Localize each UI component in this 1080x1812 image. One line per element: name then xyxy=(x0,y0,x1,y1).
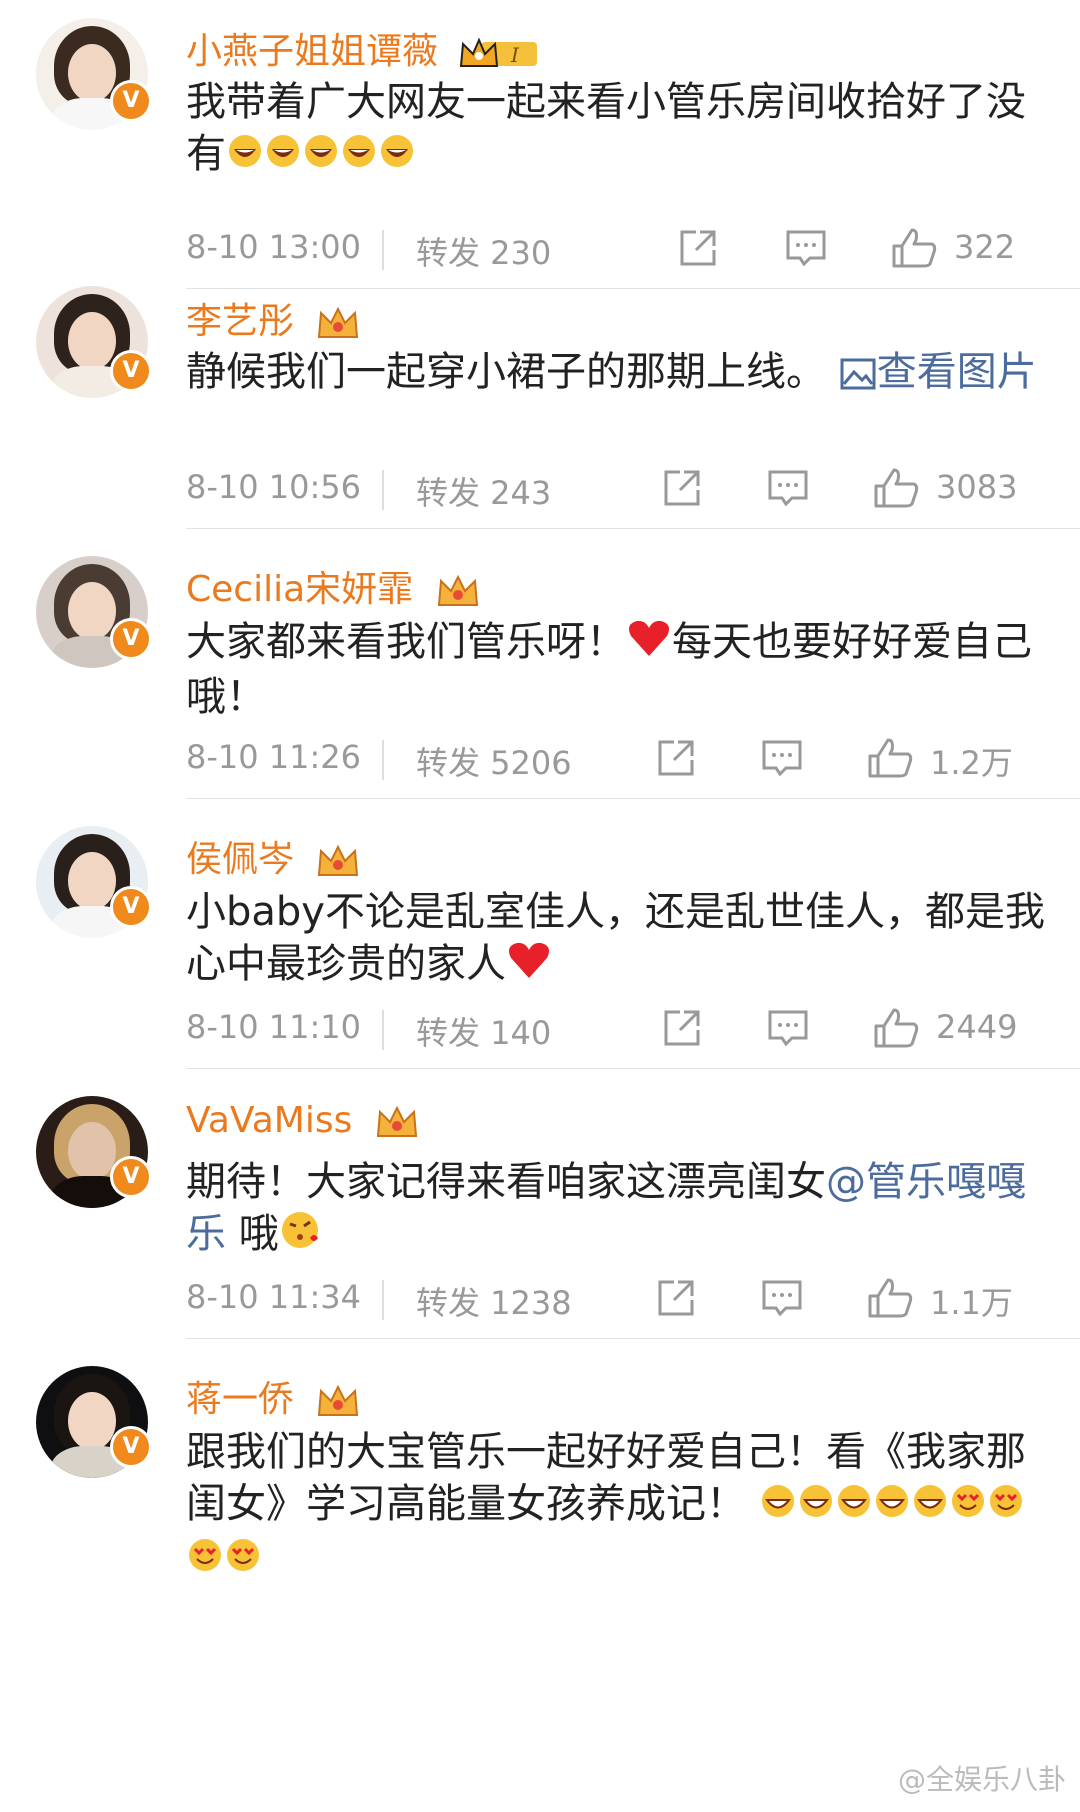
divider xyxy=(186,798,1080,799)
comment-meta: 8-10 13:00 转发 230 322 xyxy=(186,222,1046,272)
share-icon[interactable] xyxy=(676,226,720,270)
big-grin-emoji-icon xyxy=(874,1480,910,1532)
share-icon[interactable] xyxy=(654,736,698,780)
like-icon[interactable] xyxy=(866,736,914,780)
like-icon[interactable] xyxy=(866,1276,914,1320)
verified-badge-icon: V xyxy=(110,1426,152,1468)
username[interactable]: 侯佩岑 xyxy=(186,830,361,882)
like-icon[interactable] xyxy=(890,226,938,270)
comment-icon[interactable] xyxy=(766,1006,810,1050)
grin-emoji-icon xyxy=(303,130,339,182)
grin-emoji-icon xyxy=(341,130,377,182)
comment-text: 期待！大家记得来看咱家这漂亮闺女@管乐嘎嘎乐 哦 xyxy=(186,1156,1046,1263)
verified-badge-icon: V xyxy=(110,886,152,928)
crown-icon xyxy=(437,574,478,606)
big-grin-emoji-icon xyxy=(836,1480,872,1532)
username[interactable]: 小燕子姐姐谭薇 I xyxy=(186,22,539,74)
comment-meta: 8-10 10:56 转发 243 3083 xyxy=(186,462,1046,512)
forward-count[interactable]: 转发 140 xyxy=(416,1008,551,1054)
vip-level-icon: I xyxy=(460,37,538,67)
verified-badge-icon: V xyxy=(110,80,152,122)
timestamp: 8-10 13:00 xyxy=(186,228,362,266)
timestamp: 8-10 10:56 xyxy=(186,468,362,506)
comment-meta: 8-10 11:10 转发 140 2449 xyxy=(186,1002,1046,1052)
heart-icon xyxy=(507,940,551,993)
like-icon[interactable] xyxy=(872,1006,920,1050)
timestamp: 8-10 11:34 xyxy=(186,1278,362,1316)
crown-icon xyxy=(376,1105,417,1137)
crown-icon xyxy=(318,844,359,876)
divider xyxy=(382,1280,384,1320)
username[interactable]: 蒋一侨 xyxy=(186,1370,361,1422)
username[interactable]: VaVaMiss xyxy=(186,1100,420,1141)
divider xyxy=(382,470,384,510)
like-count: 2449 xyxy=(936,1008,1018,1046)
like-icon[interactable] xyxy=(872,466,920,510)
heart-icon xyxy=(627,618,671,671)
svg-text:I: I xyxy=(510,43,520,67)
watermark: @全娱乐八卦 xyxy=(897,1763,1066,1796)
comment-icon[interactable] xyxy=(760,1276,804,1320)
verified-badge-icon: V xyxy=(110,350,152,392)
like-count: 322 xyxy=(954,228,1016,266)
share-icon[interactable] xyxy=(660,1006,704,1050)
divider xyxy=(186,528,1080,529)
comment-icon[interactable] xyxy=(760,736,804,780)
divider xyxy=(382,740,384,780)
timestamp: 8-10 11:26 xyxy=(186,738,362,776)
like-count: 1.1万 xyxy=(930,1284,1013,1322)
grin-emoji-icon xyxy=(265,130,301,182)
like-count: 1.2万 xyxy=(930,744,1013,782)
divider xyxy=(382,1010,384,1050)
view-image-link[interactable]: 查看图片 xyxy=(839,349,1037,395)
forward-count[interactable]: 转发 5206 xyxy=(416,738,572,784)
comment-text: 大家都来看我们管乐呀！ 每天也要好好爱自己哦！ xyxy=(186,618,1032,720)
heart-eyes-emoji-icon xyxy=(225,1534,261,1586)
grin-emoji-icon xyxy=(227,130,263,182)
big-grin-emoji-icon xyxy=(760,1480,796,1532)
big-grin-emoji-icon xyxy=(798,1480,834,1532)
username[interactable]: Cecilia宋妍霏 xyxy=(186,560,481,612)
verified-badge-icon: V xyxy=(110,1156,152,1198)
crown-icon xyxy=(318,1384,359,1416)
heart-eyes-emoji-icon xyxy=(187,1534,223,1586)
divider xyxy=(186,1068,1080,1069)
comment-text: 静候我们一起穿小裙子的那期上线。 查看图片 xyxy=(186,349,1037,395)
image-icon xyxy=(840,358,876,390)
comment-icon[interactable] xyxy=(784,226,828,270)
forward-count[interactable]: 转发 230 xyxy=(416,228,551,274)
divider xyxy=(186,288,1080,289)
crown-icon xyxy=(318,306,359,338)
comment-meta: 8-10 11:26 转发 5206 1.2万 xyxy=(186,732,1046,782)
comment-text: 我带着广大网友一起来看小管乐房间收拾好了没有 xyxy=(186,76,1046,182)
share-icon[interactable] xyxy=(660,466,704,510)
divider xyxy=(382,230,384,270)
share-icon[interactable] xyxy=(654,1276,698,1320)
heart-eyes-emoji-icon xyxy=(950,1480,986,1532)
heart-eyes-emoji-icon xyxy=(988,1480,1024,1532)
divider xyxy=(186,1338,1080,1339)
kiss-emoji-icon xyxy=(280,1210,320,1263)
verified-badge-icon: V xyxy=(110,618,152,660)
comment-text: 跟我们的大宝管乐一起好好爱自己！看《我家那闺女》学习高能量女孩养成记！ xyxy=(186,1426,1046,1586)
grin-emoji-icon xyxy=(379,130,415,182)
forward-count[interactable]: 转发 1238 xyxy=(416,1278,572,1324)
username[interactable]: 李艺彤 xyxy=(186,292,361,344)
timestamp: 8-10 11:10 xyxy=(186,1008,362,1046)
comment-text: 小baby不论是乱室佳人，还是乱世佳人，都是我心中最珍贵的家人 xyxy=(186,886,1046,993)
forward-count[interactable]: 转发 243 xyxy=(416,468,551,514)
like-count: 3083 xyxy=(936,468,1018,506)
big-grin-emoji-icon xyxy=(912,1480,948,1532)
comment-meta: 8-10 11:34 转发 1238 1.1万 xyxy=(186,1272,1046,1322)
comment-icon[interactable] xyxy=(766,466,810,510)
